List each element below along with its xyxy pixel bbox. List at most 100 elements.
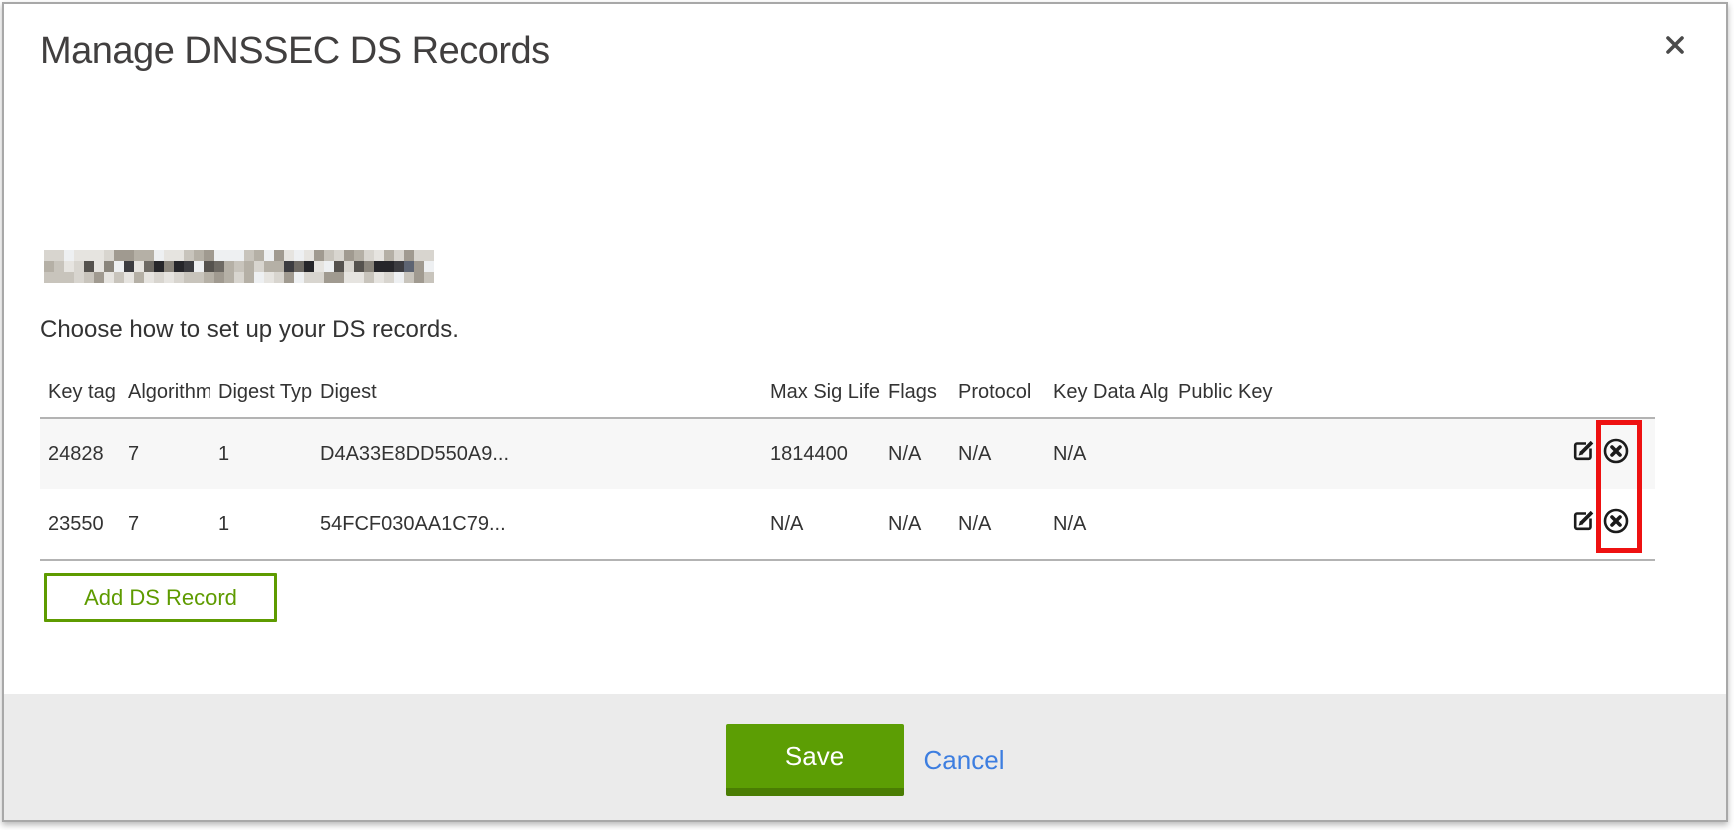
redaction-pixel xyxy=(64,250,74,261)
redaction-pixel xyxy=(344,250,354,261)
cell-public-key xyxy=(1170,489,1550,560)
redaction-pixel xyxy=(134,261,144,272)
redaction-pixel xyxy=(354,272,364,283)
redaction-pixel xyxy=(84,261,94,272)
col-header-digest: Digest xyxy=(312,368,762,418)
circle-x-glyph xyxy=(1602,437,1630,465)
redaction-pixel xyxy=(94,272,104,283)
redaction-pixel xyxy=(184,261,194,272)
edit-pencil-icon[interactable] xyxy=(1570,438,1596,470)
col-header-flags: Flags xyxy=(880,368,950,418)
cell-actions xyxy=(1550,489,1655,560)
circle-x-glyph xyxy=(1602,507,1630,535)
redaction-pixel xyxy=(184,250,194,261)
redaction-pixel xyxy=(304,272,314,283)
redaction-pixel xyxy=(354,250,364,261)
redaction-pixel xyxy=(264,272,274,283)
redaction-pixel xyxy=(364,261,374,272)
redaction-pixel xyxy=(214,250,224,261)
redaction-pixel xyxy=(334,272,344,283)
col-header-algorithm: Algorithm xyxy=(120,368,210,418)
save-button[interactable]: Save xyxy=(726,724,904,796)
redaction-pixel xyxy=(344,261,354,272)
redaction-pixel xyxy=(294,261,304,272)
redaction-pixel xyxy=(314,250,324,261)
redaction-pixel xyxy=(374,272,384,283)
redaction-pixel xyxy=(324,250,334,261)
redaction-pixel xyxy=(214,272,224,283)
redaction-pixel xyxy=(404,250,414,261)
redaction-pixel xyxy=(174,250,184,261)
redaction-pixel xyxy=(414,261,424,272)
cell-max-sig-life: 1814400 xyxy=(762,418,880,489)
redaction-pixel xyxy=(294,272,304,283)
redaction-pixel xyxy=(144,250,154,261)
col-header-max-sig-life: Max Sig Life xyxy=(762,368,880,418)
redaction-pixel xyxy=(194,272,204,283)
redaction-pixel xyxy=(424,272,434,283)
redaction-pixel xyxy=(44,272,54,283)
dialog-title: Manage DNSSEC DS Records xyxy=(40,30,550,73)
redaction-pixel xyxy=(164,261,174,272)
redaction-pixel xyxy=(184,272,194,283)
redaction-pixel xyxy=(154,272,164,283)
x-icon-glyph xyxy=(1660,30,1690,60)
redaction-pixel xyxy=(364,250,374,261)
cell-actions xyxy=(1550,418,1655,489)
edit-pencil-glyph xyxy=(1570,438,1596,464)
redaction-pixel xyxy=(134,272,144,283)
redaction-pixel xyxy=(204,261,214,272)
redaction-pixel xyxy=(114,250,124,261)
redaction-pixel xyxy=(104,272,114,283)
cell-key-tag: 23550 xyxy=(40,489,120,560)
redaction-pixel xyxy=(44,250,54,261)
edit-pencil-icon[interactable] xyxy=(1570,508,1596,540)
redaction-pixel xyxy=(214,261,224,272)
delete-circle-x-icon[interactable] xyxy=(1602,507,1630,541)
cell-digest: D4A33E8DD550A9... xyxy=(312,418,762,489)
close-icon[interactable] xyxy=(1658,28,1692,62)
redaction-pixel xyxy=(174,272,184,283)
delete-circle-x-icon[interactable] xyxy=(1602,437,1630,471)
redaction-pixel xyxy=(374,261,384,272)
redaction-pixel xyxy=(234,250,244,261)
redaction-pixel xyxy=(244,250,254,261)
redaction-pixel xyxy=(54,261,64,272)
redaction-pixel xyxy=(324,261,334,272)
redacted-domain xyxy=(44,250,434,283)
redaction-pixel xyxy=(284,250,294,261)
redaction-pixel xyxy=(74,261,84,272)
ds-record-row: 235507154FCF030AA1C79...N/AN/AN/AN/A xyxy=(40,489,1655,560)
cell-algorithm: 7 xyxy=(120,418,210,489)
cell-flags: N/A xyxy=(880,418,950,489)
redaction-pixel xyxy=(224,261,234,272)
redaction-pixel xyxy=(284,261,294,272)
redaction-pixel xyxy=(304,261,314,272)
cell-max-sig-life: N/A xyxy=(762,489,880,560)
redaction-pixel xyxy=(344,272,354,283)
redaction-pixel xyxy=(234,272,244,283)
redaction-pixel xyxy=(144,261,154,272)
add-ds-record-button[interactable]: Add DS Record xyxy=(44,573,277,622)
redaction-pixel xyxy=(154,261,164,272)
col-header-protocol: Protocol xyxy=(950,368,1045,418)
redaction-pixel xyxy=(104,250,114,261)
cell-key-data-alg: N/A xyxy=(1045,489,1170,560)
redaction-pixel xyxy=(84,272,94,283)
redaction-pixel xyxy=(264,250,274,261)
redaction-pixel xyxy=(424,250,434,261)
manage-dnssec-dialog: Manage DNSSEC DS Records Choose how to s… xyxy=(2,2,1728,822)
ds-record-row: 2482871D4A33E8DD550A9...1814400N/AN/AN/A xyxy=(40,418,1655,489)
redaction-pixel xyxy=(254,261,264,272)
redaction-pixel xyxy=(64,261,74,272)
redaction-pixel xyxy=(314,272,324,283)
redaction-pixel xyxy=(294,250,304,261)
redaction-pixel xyxy=(114,261,124,272)
cancel-link[interactable]: Cancel xyxy=(924,745,1005,776)
cell-protocol: N/A xyxy=(950,489,1045,560)
redaction-pixel xyxy=(224,272,234,283)
redaction-pixel xyxy=(114,272,124,283)
redaction-pixel xyxy=(264,261,274,272)
redaction-pixel xyxy=(394,272,404,283)
cell-protocol: N/A xyxy=(950,418,1045,489)
